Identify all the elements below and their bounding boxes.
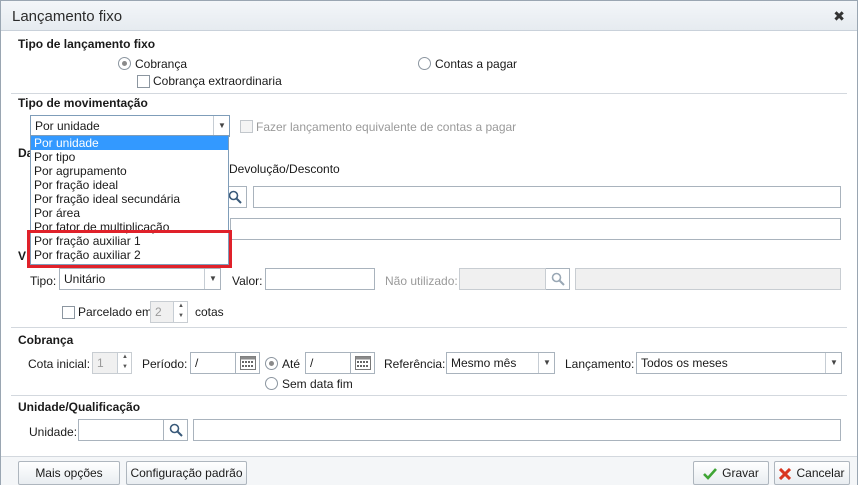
periodo-fim-input[interactable]: /: [305, 352, 351, 374]
unidade-input[interactable]: [78, 419, 164, 441]
mais-opcoes-button[interactable]: Mais opções: [18, 461, 120, 485]
divider: [11, 93, 847, 94]
parcelado-checkbox[interactable]: [62, 306, 75, 319]
divider: [11, 327, 847, 328]
dados-text-field[interactable]: [230, 218, 841, 240]
tipo-movimentacao-combo[interactable]: Por unidade ▼: [30, 115, 230, 137]
unidade-search-button[interactable]: [164, 419, 188, 441]
sem-data-fim-label: Sem data fim: [282, 377, 353, 391]
tipo-valor-value: Unitário: [64, 272, 106, 286]
parcelado-label: Parcelado em: [78, 305, 153, 319]
spinner-arrows-icon[interactable]: ▲ ▼: [117, 353, 131, 373]
section-title-unidade: Unidade/Qualificação: [18, 400, 141, 414]
cobranca-radio[interactable]: [118, 57, 131, 70]
contas-a-pagar-label: Contas a pagar: [435, 57, 518, 71]
valor-label: Valor:: [232, 274, 263, 288]
devolucao-desconto-label: Devolução/Desconto: [229, 162, 340, 176]
lancamento-fixo-dialog: Lançamento fixo ✖︎ Tipo de lançamento fi…: [0, 0, 858, 485]
dropdown-option[interactable]: Por fração ideal secundária: [31, 192, 228, 206]
unidade-description-field[interactable]: [193, 419, 841, 441]
title-bar[interactable]: Lançamento fixo ✖︎: [1, 1, 857, 31]
section-title-tipo-lancamento: Tipo de lançamento fixo: [18, 37, 156, 51]
cancel-x-icon: [779, 467, 792, 480]
search-icon: [169, 423, 183, 437]
dropdown-option[interactable]: Por fator de multiplicação: [31, 220, 228, 234]
periodo-inicio-input[interactable]: /: [190, 352, 236, 374]
cobranca-label: Cobrança: [135, 57, 188, 71]
mais-opcoes-label: Mais opções: [35, 466, 103, 480]
gravar-button[interactable]: Gravar: [693, 461, 769, 485]
unidade-label: Unidade:: [29, 425, 78, 439]
section-title-tipo-movimentacao: Tipo de movimentação: [18, 96, 148, 110]
tipo-label: Tipo:: [30, 274, 57, 288]
tipo-valor-combo[interactable]: Unitário ▼: [59, 268, 221, 290]
tipo-movimentacao-value: Por unidade: [35, 119, 100, 133]
ate-label: Até: [282, 357, 301, 371]
valor-input[interactable]: [265, 268, 375, 290]
search-icon: [551, 272, 565, 286]
periodo-inicio-calendar-button[interactable]: [236, 352, 260, 374]
nao-utilizado-search-button[interactable]: [546, 268, 570, 290]
chevron-down-icon[interactable]: ▼: [825, 353, 841, 373]
lancamento-value: Todos os meses: [641, 356, 728, 370]
sem-data-fim-radio[interactable]: [265, 377, 278, 390]
dados-description-field[interactable]: [253, 186, 841, 208]
referencia-combo[interactable]: Mesmo mês ▼: [446, 352, 555, 374]
ate-radio[interactable]: [265, 357, 278, 370]
cobranca-extraordinaria-label: Cobrança extraordinaria: [153, 74, 282, 88]
lancamento-equivalente-checkbox[interactable]: [240, 120, 253, 133]
chevron-down-icon[interactable]: ▼: [204, 269, 220, 289]
checkmark-icon: [703, 467, 718, 480]
periodo-label: Período:: [142, 357, 188, 371]
periodo-fim-calendar-button[interactable]: [351, 352, 375, 374]
lancamento-label: Lançamento:: [565, 357, 635, 371]
dropdown-option[interactable]: Por unidade: [31, 136, 228, 150]
divider: [11, 395, 847, 396]
dropdown-option[interactable]: Por agrupamento: [31, 164, 228, 178]
search-icon: [228, 190, 242, 204]
calendar-icon: [355, 356, 371, 370]
section-title-cobranca: Cobrança: [18, 333, 74, 347]
cota-inicial-value: 1: [97, 356, 104, 370]
referencia-value: Mesmo mês: [451, 356, 517, 370]
dropdown-option[interactable]: Por tipo: [31, 150, 228, 164]
periodo-fim-value: /: [310, 356, 314, 370]
close-icon[interactable]: ✖︎: [833, 8, 845, 25]
dropdown-option[interactable]: Por fração auxiliar 1: [31, 234, 228, 248]
dropdown-option[interactable]: Por fração ideal: [31, 178, 228, 192]
cotas-label: cotas: [195, 305, 224, 319]
window-title: Lançamento fixo: [12, 8, 123, 25]
contas-a-pagar-radio[interactable]: [418, 57, 431, 70]
configuracao-padrao-label: Configuração padrão: [130, 466, 243, 480]
tipo-movimentacao-dropdown[interactable]: Por unidade Por tipo Por agrupamento Por…: [30, 135, 229, 265]
chevron-down-icon[interactable]: ▼: [213, 116, 229, 136]
lancamento-combo[interactable]: Todos os meses ▼: [636, 352, 842, 374]
spinner-arrows-icon[interactable]: ▲ ▼: [173, 302, 187, 322]
section-title-valor-partial: V: [18, 249, 27, 263]
nao-utilizado-description: [575, 268, 841, 290]
lancamento-equivalente-label: Fazer lançamento equivalente de contas a…: [256, 120, 517, 134]
calendar-icon: [240, 356, 256, 370]
periodo-inicio-value: /: [195, 356, 199, 370]
parcelado-stepper[interactable]: 2 ▲ ▼: [150, 301, 188, 323]
cancelar-button[interactable]: Cancelar: [774, 461, 850, 485]
chevron-down-icon[interactable]: ▼: [538, 353, 554, 373]
referencia-label: Referência:: [384, 357, 446, 371]
cobranca-extraordinaria-checkbox[interactable]: [137, 75, 150, 88]
cancelar-label: Cancelar: [796, 466, 845, 480]
nao-utilizado-label: Não utilizado:: [385, 274, 458, 288]
dropdown-option[interactable]: Por fração auxiliar 2: [31, 248, 228, 262]
cota-inicial-stepper[interactable]: 1 ▲ ▼: [92, 352, 132, 374]
cota-inicial-label: Cota inicial:: [28, 357, 91, 371]
configuracao-padrao-button[interactable]: Configuração padrão: [126, 461, 247, 485]
gravar-label: Gravar: [722, 466, 759, 480]
parcelado-value: 2: [155, 305, 162, 319]
dropdown-option[interactable]: Por área: [31, 206, 228, 220]
nao-utilizado-field: [459, 268, 546, 290]
